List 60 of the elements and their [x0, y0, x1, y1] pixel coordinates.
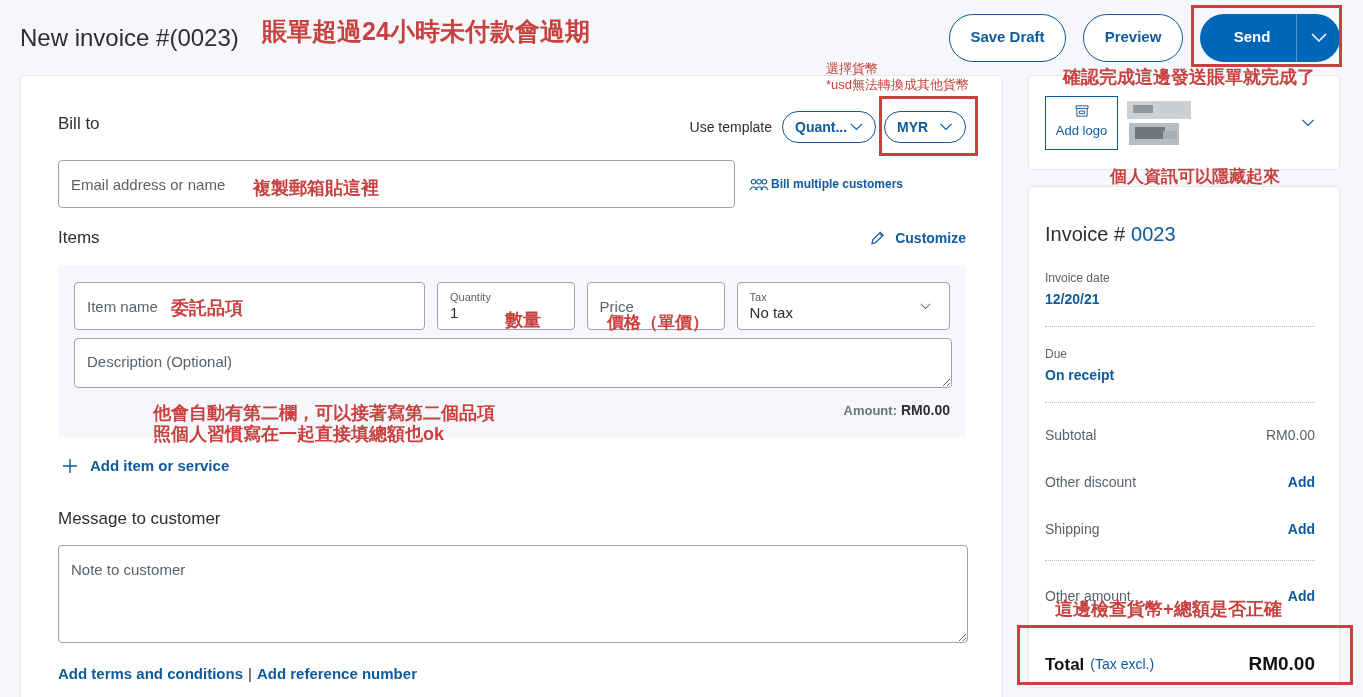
add-item-link[interactable]: Add item or service [58, 455, 230, 478]
field-value: No tax [749, 304, 793, 322]
field-value: 12/20/21 [1045, 290, 1101, 309]
field-label: Tax [749, 290, 767, 304]
annotation-text: 照個人習慣寫在一起直接填總額也ok [153, 423, 444, 445]
people-icon [749, 177, 769, 191]
pencil-icon [870, 230, 886, 246]
button[interactable]: Save Draft [949, 13, 1066, 62]
summary-title: Invoice # [1045, 222, 1126, 247]
plus-icon [62, 458, 78, 475]
field-value: 1 [449, 304, 459, 322]
section-heading: Items [58, 227, 100, 250]
link[interactable]: Add reference number [256, 663, 417, 686]
section-heading: Message to customer [58, 507, 222, 530]
message-field[interactable]: Note to customer [58, 545, 968, 643]
invoice-number: 0023 [1131, 222, 1176, 247]
amount-label: Amount: [843, 401, 897, 420]
amount-value: RM0.00 [900, 401, 950, 420]
annotation-text: 確認完成這邊發送賬單就完成了 [1063, 66, 1315, 88]
line-label: Other discount [1045, 473, 1137, 492]
total-amount: RM0.00 [1248, 652, 1315, 676]
annotation-text: 複製郵箱貼這裡 [253, 177, 379, 199]
chevron-down-icon [850, 123, 863, 131]
add-logo-button[interactable]: Add logo [1045, 95, 1118, 150]
tax-note: (Tax excl.) [1090, 654, 1155, 674]
line-amount: RM0.00 [1265, 426, 1315, 445]
field-value: On receipt [1045, 366, 1116, 385]
annotation-text: *usd無法轉換成其他貨幣 [826, 76, 970, 94]
field-label: Due [1045, 346, 1068, 363]
dropdown-value: Quant... [795, 117, 848, 137]
button[interactable]: Preview [1083, 13, 1183, 62]
chevron-down-icon [939, 123, 953, 131]
field-label: Invoice date [1045, 270, 1111, 287]
annotation-text: 委託品項 [171, 297, 243, 319]
chevron-down-icon [920, 302, 931, 310]
store-icon [1074, 104, 1089, 117]
add-link[interactable]: Add [1287, 586, 1315, 607]
annotation-text: 選擇貨幣 [826, 60, 878, 78]
annotation-text: 個人資訊可以隱藏起來 [1110, 166, 1280, 188]
total-label: Total [1045, 653, 1085, 676]
annotation-text: 數量 [505, 309, 541, 331]
add-link[interactable]: Add [1287, 519, 1315, 540]
line-label: Shipping [1045, 520, 1100, 539]
chevron-down-icon [1301, 118, 1315, 127]
label: Use template [689, 117, 772, 137]
annotation-text: 賬單超過24小時未付款會過期 [262, 20, 590, 42]
link[interactable]: Add terms and conditions [58, 663, 243, 686]
bill-multiple-link[interactable]: Bill multiple customers [749, 175, 904, 193]
tax-dropdown[interactable]: Tax No tax [736, 282, 950, 330]
dropdown-value: MYR [897, 117, 929, 137]
annotation-text: 他會自動有第二欄，可以接著寫第二個品項 [153, 402, 495, 424]
add-link[interactable]: Add [1287, 472, 1315, 493]
field-label: Quantity [449, 290, 491, 304]
section-heading: Bill to [58, 113, 100, 136]
line-label: Subtotal [1045, 426, 1097, 445]
separator: | [248, 664, 252, 684]
description-field[interactable]: Description (Optional) [74, 338, 952, 388]
customize-link[interactable]: Customize [870, 227, 966, 249]
page-title: New invoice #(0023) [20, 22, 239, 53]
chevron-down-icon [1310, 32, 1327, 43]
